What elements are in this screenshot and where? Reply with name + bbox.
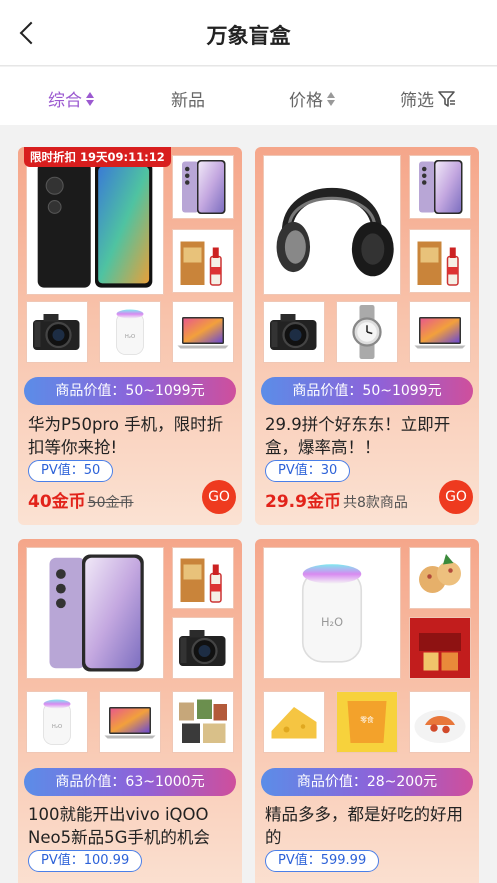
app-header: 万象盲盒 <box>0 0 497 66</box>
product-image-headphones <box>263 155 401 295</box>
go-button[interactable]: GO <box>439 480 473 514</box>
sort-tabs: 综合 新品 价格 筛选 <box>0 67 497 125</box>
sort-arrows-icon <box>327 91 335 106</box>
product-image-seafood <box>409 691 471 753</box>
tab-label: 筛选 <box>400 91 434 111</box>
product-image-snack-pack <box>336 691 398 753</box>
pv-badge: PV值：30 <box>265 460 351 482</box>
card-description: 精品多多，都是好吃的好用的 <box>265 805 463 847</box>
card-description: 100就能开出vivo iQOO Neo5新品5G手机的机会 <box>28 805 210 847</box>
value-range-bar: 商品价值：50~1099元 <box>24 377 236 405</box>
product-image-laptop <box>172 301 234 363</box>
blindbox-card[interactable]: 限时折扣 19天09:11:12 商品价值：50~1099元 华为P50pro … <box>18 147 242 525</box>
go-button[interactable]: GO <box>202 480 236 514</box>
pv-badge: PV值：50 <box>28 460 114 482</box>
tab-label: 新品 <box>171 91 205 111</box>
filter-icon <box>438 90 455 107</box>
value-range-bar: 商品价值：28~200元 <box>261 768 473 796</box>
pv-badge: PV值：599.99 <box>265 850 380 872</box>
tab-label: 价格 <box>289 91 323 111</box>
sort-arrows-icon <box>86 91 94 106</box>
coin-price: 40金币 <box>28 492 86 512</box>
product-image-samsung-phone <box>172 155 234 219</box>
product-image-samsung-phone <box>26 547 164 679</box>
product-image-huawei-phone <box>26 155 164 295</box>
product-image-samsung-phone <box>409 155 471 219</box>
tab-filter[interactable]: 筛选 <box>400 86 457 111</box>
coin-price: 29.9金币 <box>265 492 341 512</box>
page-title: 万象盲盒 <box>206 24 291 48</box>
blindbox-card[interactable]: 商品价值：50~1099元 29.9拼个好东东！立即开盒，爆率高！！ PV值：3… <box>255 147 479 525</box>
product-image-snacks <box>172 691 234 753</box>
tab-new[interactable]: 新品 <box>171 86 205 111</box>
price-row: 40金币 50金币 <box>28 487 134 512</box>
product-image-snack-gift-box <box>409 617 471 679</box>
pv-badge: PV值：100.99 <box>28 850 143 872</box>
product-image-humidifier <box>263 547 401 679</box>
value-range-bar: 商品价值：50~1099元 <box>261 377 473 405</box>
card-description: 29.9拼个好东东！立即开盒，爆率高！！ <box>265 415 451 457</box>
product-image-laptop <box>99 691 161 753</box>
product-image-baijiu <box>409 229 471 293</box>
product-image-cheese <box>263 691 325 753</box>
product-image-baijiu <box>172 229 234 293</box>
card-description: 华为P50pro 手机，限时折扣等你来抢! <box>28 415 224 457</box>
price-row: 29.9金币 共8款商品 <box>265 487 408 512</box>
tab-comprehensive[interactable]: 综合 <box>48 86 94 111</box>
product-image-humidifier <box>26 691 88 753</box>
product-image-humidifier <box>99 301 161 363</box>
product-image-camera <box>172 617 234 679</box>
product-image-laptop <box>409 301 471 363</box>
original-price: 50金币 <box>87 495 134 511</box>
flash-sale-badge: 限时折扣 19天09:11:12 <box>24 147 171 167</box>
blindbox-card[interactable]: 商品价值：63~1000元 100就能开出vivo iQOO Neo5新品5G手… <box>18 539 242 883</box>
tab-label: 综合 <box>48 91 82 111</box>
product-image-watch <box>336 301 398 363</box>
item-count: 共8款商品 <box>342 495 408 511</box>
product-image-camera <box>26 301 88 363</box>
blindbox-card[interactable]: 商品价值：28~200元 精品多多，都是好吃的好用的 PV值：599.99 <box>255 539 479 883</box>
product-image-cookies <box>409 547 471 609</box>
product-image-camera <box>263 301 325 363</box>
tab-price[interactable]: 价格 <box>289 86 335 111</box>
product-image-baijiu <box>172 547 234 609</box>
value-range-bar: 商品价值：63~1000元 <box>24 768 236 796</box>
